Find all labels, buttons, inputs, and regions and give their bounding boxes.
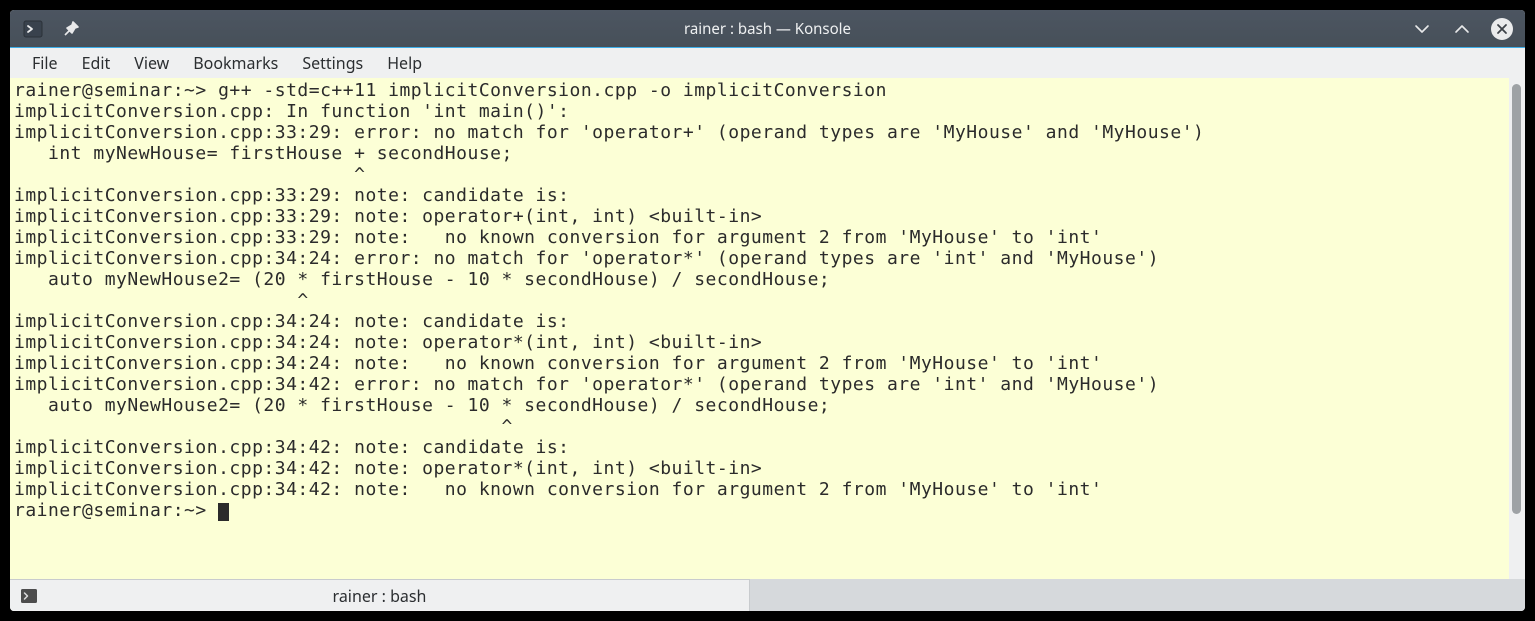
scroll-thumb[interactable] <box>1512 84 1521 514</box>
terminal-output[interactable]: rainer@seminar:~> g++ -std=c++11 implici… <box>10 78 1509 579</box>
scrollbar[interactable] <box>1509 78 1525 579</box>
menu-file[interactable]: File <box>20 48 70 78</box>
terminal-prompt: rainer@seminar:~> <box>14 500 218 521</box>
close-icon[interactable] <box>1491 18 1513 40</box>
menubar: File Edit View Bookmarks Settings Help <box>10 48 1525 78</box>
menu-edit[interactable]: Edit <box>70 48 123 78</box>
menu-help[interactable]: Help <box>375 48 434 78</box>
app-menu-icon[interactable] <box>22 18 44 40</box>
konsole-window: rainer : bash — Konsole File Edit View B… <box>10 10 1525 611</box>
menu-view[interactable]: View <box>122 48 181 78</box>
pin-icon[interactable] <box>60 18 82 40</box>
menu-bookmarks[interactable]: Bookmarks <box>181 48 290 78</box>
window-title: rainer : bash — Konsole <box>10 19 1525 39</box>
menu-settings[interactable]: Settings <box>290 48 375 78</box>
tab-active[interactable]: rainer : bash <box>10 579 750 611</box>
tabbar: rainer : bash <box>10 579 1525 611</box>
minimize-icon[interactable] <box>1411 18 1433 40</box>
terminal-icon <box>20 587 38 605</box>
maximize-icon[interactable] <box>1451 18 1473 40</box>
titlebar[interactable]: rainer : bash — Konsole <box>10 10 1525 48</box>
cursor <box>218 503 229 521</box>
tab-label: rainer : bash <box>333 585 427 607</box>
